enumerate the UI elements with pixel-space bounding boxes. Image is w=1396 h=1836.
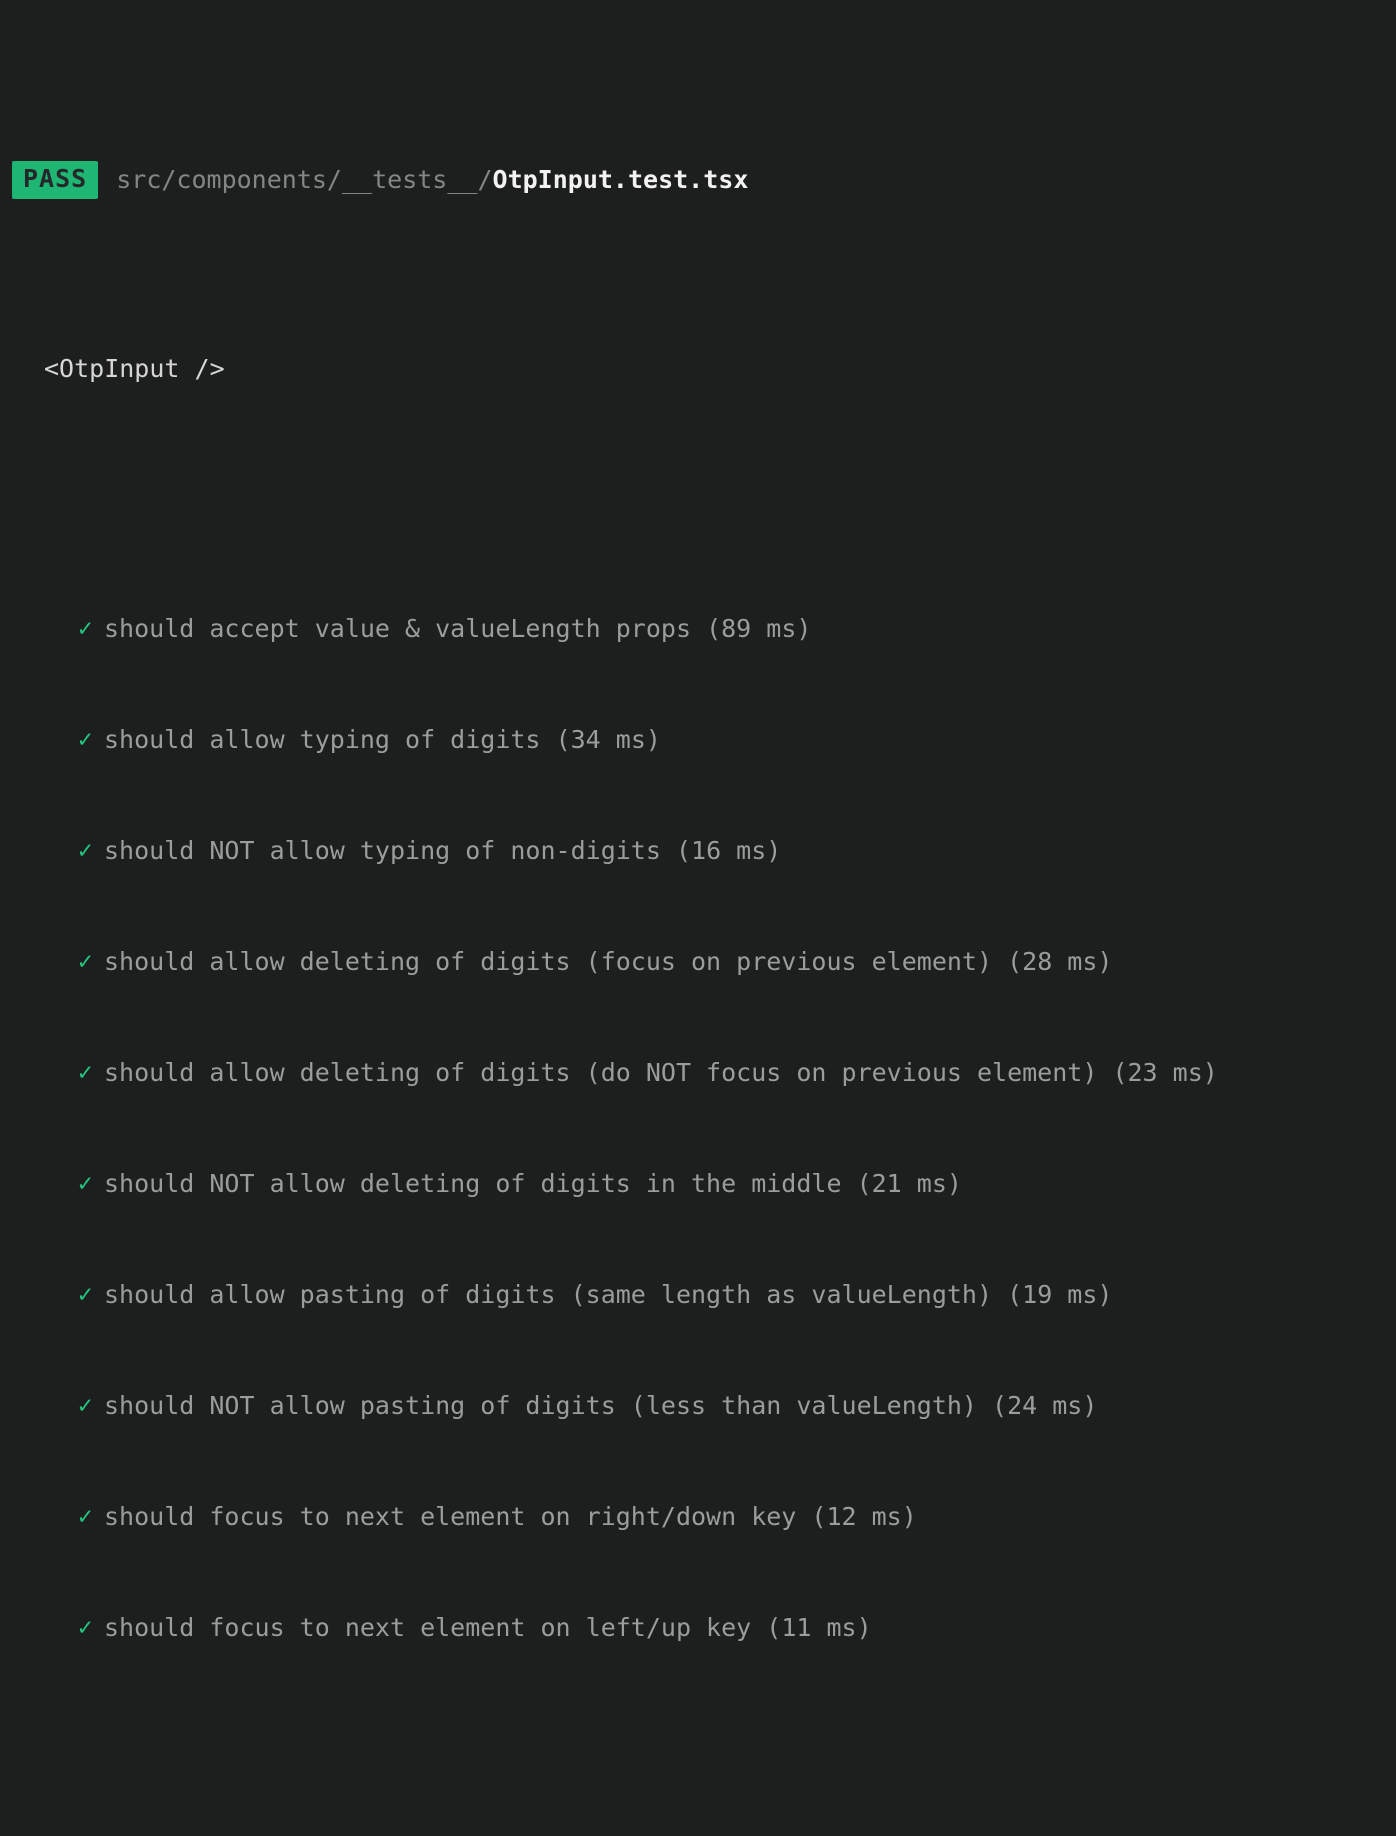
check-icon: ✓	[78, 947, 93, 975]
test-list-item: ✓ should allow typing of digits (34 ms)	[0, 721, 1396, 758]
test-name: should accept value & valueLength props …	[104, 614, 812, 643]
test-list: ✓ should accept value & valueLength prop…	[0, 536, 1396, 1720]
check-icon: ✓	[78, 1502, 93, 1530]
test-list-item: ✓ should allow pasting of digits (same l…	[0, 1276, 1396, 1313]
test-name: should allow deleting of digits (do NOT …	[104, 1058, 1218, 1087]
test-name: should focus to next element on right/do…	[104, 1502, 917, 1531]
test-list-item: ✓ should focus to next element on left/u…	[0, 1609, 1396, 1646]
test-list-item: ✓ should NOT allow typing of non-digits …	[0, 832, 1396, 869]
test-list-item: ✓ should accept value & valueLength prop…	[0, 610, 1396, 647]
check-icon: ✓	[78, 1058, 93, 1086]
test-name: should focus to next element on left/up …	[104, 1613, 872, 1642]
test-file-path: src/components/__tests__/	[116, 165, 493, 194]
test-name: should allow deleting of digits (focus o…	[104, 947, 1113, 976]
check-icon: ✓	[78, 725, 93, 753]
check-icon: ✓	[78, 1280, 93, 1308]
check-icon: ✓	[78, 836, 93, 864]
test-name: should NOT allow pasting of digits (less…	[104, 1391, 1098, 1420]
test-list-item: ✓ should allow deleting of digits (focus…	[0, 943, 1396, 980]
test-name: should allow pasting of digits (same len…	[104, 1280, 1113, 1309]
test-name: should NOT allow typing of non-digits (1…	[104, 836, 782, 865]
test-list-item: ✓ should NOT allow deleting of digits in…	[0, 1165, 1396, 1202]
test-list-item: ✓ should focus to next element on right/…	[0, 1498, 1396, 1535]
test-file-name: OtpInput.test.tsx	[492, 165, 749, 194]
test-file-header: PASS src/components/__tests__/OtpInput.t…	[0, 158, 1396, 202]
terminal-output: PASS src/components/__tests__/OtpInput.t…	[0, 0, 1396, 1836]
status-badge: PASS	[12, 161, 99, 199]
test-list-item: ✓ should NOT allow pasting of digits (le…	[0, 1387, 1396, 1424]
test-name: should NOT allow deleting of digits in t…	[104, 1169, 962, 1198]
check-icon: ✓	[78, 1169, 93, 1197]
describe-block-title: <OtpInput />	[44, 354, 225, 383]
test-name: should allow typing of digits (34 ms)	[104, 725, 661, 754]
check-icon: ✓	[78, 614, 93, 642]
test-list-item: ✓ should allow deleting of digits (do NO…	[0, 1054, 1396, 1091]
check-icon: ✓	[78, 1391, 93, 1419]
check-icon: ✓	[78, 1613, 93, 1641]
